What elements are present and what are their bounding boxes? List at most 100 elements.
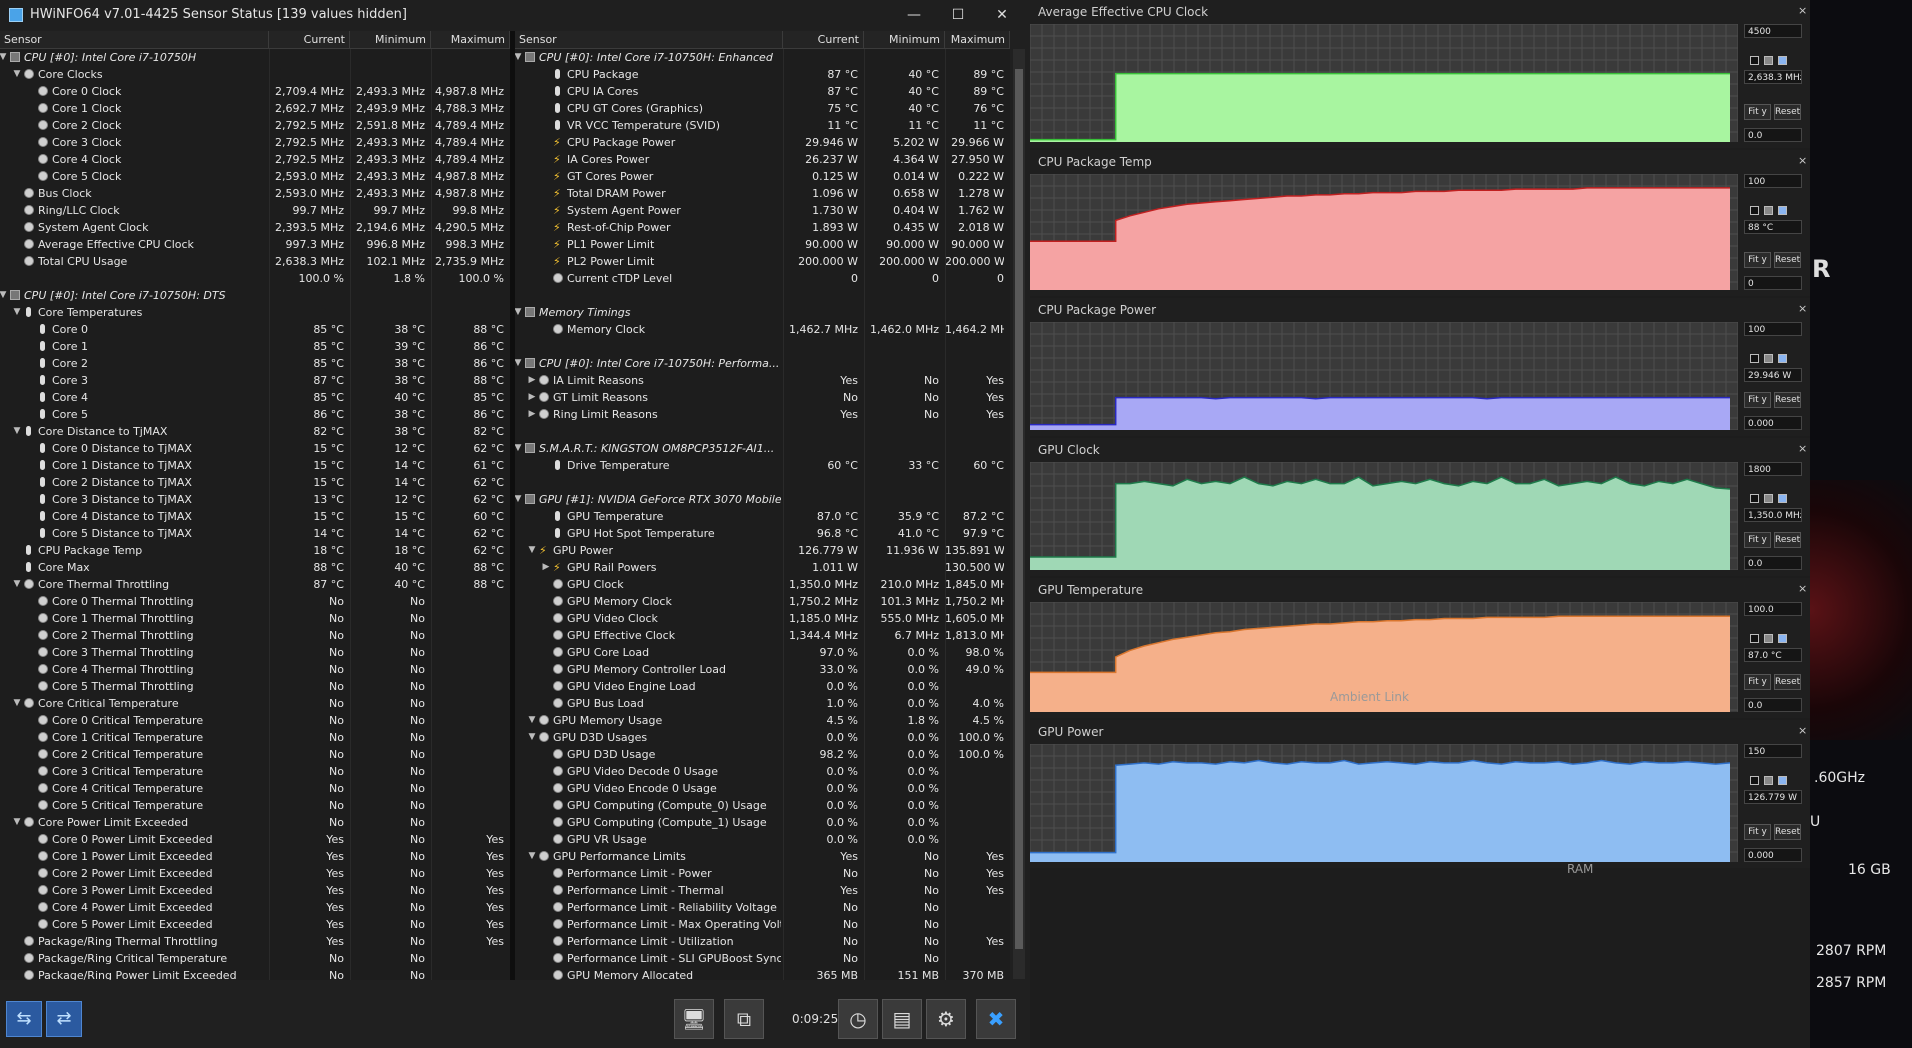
sensor-row[interactable]: Core 1 85 °C 39 °C 86 °C — [0, 338, 510, 355]
graph-min-input[interactable]: 0.000 — [1744, 416, 1802, 430]
graph-max-input[interactable]: 100 — [1744, 322, 1802, 336]
sensor-row[interactable]: Core 5 86 °C 38 °C 86 °C — [0, 406, 510, 423]
sensor-row[interactable]: Core 3 Thermal Throttling No No — [0, 644, 510, 661]
sensor-row[interactable]: ▼ Core Temperatures — [0, 304, 510, 321]
expand-arrows-icon[interactable]: ⇄ — [46, 1001, 82, 1037]
reset-button[interactable]: Reset — [1774, 674, 1801, 690]
header-maximum[interactable]: Maximum — [431, 31, 510, 48]
sensor-row[interactable]: GPU Video Clock 1,185.0 MHz 555.0 MHz 1,605… — [515, 610, 1010, 627]
collapse-chevron-icon[interactable]: ▼ — [12, 695, 22, 712]
fit-y-button[interactable]: Fit y — [1744, 104, 1771, 120]
sensor-row[interactable]: GPU Effective Clock 1,344.4 MHz 6.7 MHz 1,8… — [515, 627, 1010, 644]
expand-chevron-icon[interactable]: ▶ — [527, 389, 537, 406]
graph-close-icon[interactable]: × — [1798, 442, 1807, 455]
scroll-thumb[interactable] — [1015, 69, 1023, 949]
sensor-row[interactable]: Bus Clock 2,593.0 MHz 2,493.3 MHz 4,987.8 M… — [0, 185, 510, 202]
graph-max-input[interactable]: 4500 — [1744, 24, 1802, 38]
sensor-row[interactable]: ▼ Core Power Limit Exceeded No No — [0, 814, 510, 831]
sensor-row[interactable]: GPU Hot Spot Temperature 96.8 °C 41.0 °C 97… — [515, 525, 1010, 542]
sensor-row[interactable]: ▶ GT Limit Reasons No No Yes — [515, 389, 1010, 406]
sensor-row[interactable]: GPU D3D Usage 98.2 % 0.0 % 100.0 % — [515, 746, 1010, 763]
sensor-row[interactable]: GPU Core Load 97.0 % 0.0 % 98.0 % — [515, 644, 1010, 661]
header-maximum[interactable]: Maximum — [945, 31, 1010, 48]
sensor-row[interactable]: ⚡ CPU Package Power 29.946 W 5.202 W 29.966 … — [515, 134, 1010, 151]
sensor-row[interactable]: Core 5 Distance to TjMAX 14 °C 14 °C 62 °C — [0, 525, 510, 542]
remote-icon[interactable]: ⧉ — [724, 999, 764, 1039]
graph-color-swatch[interactable] — [1764, 494, 1773, 503]
sensor-row[interactable]: Performance Limit - SLI GPUBoost Sync No N… — [515, 950, 1010, 967]
sensor-row[interactable]: Performance Limit - Max Operating Volt..… — [515, 916, 1010, 933]
sensor-row[interactable]: GPU Computing (Compute_0) Usage 0.0 % 0.0 … — [515, 797, 1010, 814]
collapse-chevron-icon[interactable]: ▼ — [12, 66, 22, 83]
sensor-group[interactable]: ▼ CPU [#0]: Intel Core i7-10750H: DTS — [0, 287, 510, 304]
sensor-row[interactable]: Core Max 88 °C 40 °C 88 °C — [0, 559, 510, 576]
sensor-row[interactable]: CPU Package Temp 18 °C 18 °C 62 °C — [0, 542, 510, 559]
collapse-chevron-icon[interactable]: ▼ — [12, 814, 22, 831]
sensor-row[interactable]: Core 0 Distance to TjMAX 15 °C 12 °C 62 °C — [0, 440, 510, 457]
graph-min-input[interactable]: 0.000 — [1744, 848, 1802, 862]
sensor-row[interactable]: ⚡ IA Cores Power 26.237 W 4.364 W 27.950 W — [515, 151, 1010, 168]
fit-y-button[interactable]: Fit y — [1744, 392, 1771, 408]
graph-max-input[interactable]: 100 — [1744, 174, 1802, 188]
sensor-row[interactable]: Core 4 Clock 2,792.5 MHz 2,493.3 MHz 4,789.… — [0, 151, 510, 168]
graph-color-swatch[interactable] — [1778, 494, 1787, 503]
graph-color-swatch[interactable] — [1750, 206, 1759, 215]
minimize-button[interactable]: — — [892, 0, 936, 30]
graph-color-swatch[interactable] — [1764, 206, 1773, 215]
sensor-row[interactable]: Core 1 Power Limit Exceeded Yes No Yes — [0, 848, 510, 865]
network-icon[interactable]: 🖥 — [674, 999, 714, 1039]
collapse-arrows-icon[interactable]: ⇆ — [6, 1001, 42, 1037]
sensor-row[interactable]: ⚡ GT Cores Power 0.125 W 0.014 W 0.222 W — [515, 168, 1010, 185]
sensor-row[interactable]: Core 1 Thermal Throttling No No — [0, 610, 510, 627]
sensor-row[interactable]: Core 4 Thermal Throttling No No — [0, 661, 510, 678]
sensor-row[interactable]: Core 2 Clock 2,792.5 MHz 2,591.8 MHz 4,789.… — [0, 117, 510, 134]
sensor-row[interactable]: Package/Ring Power Limit Exceeded No No — [0, 967, 510, 980]
graph-close-icon[interactable]: × — [1798, 582, 1807, 595]
sensor-row[interactable]: Memory Clock 1,462.7 MHz 1,462.0 MHz 1,464.… — [515, 321, 1010, 338]
graph-min-input[interactable]: 0.0 — [1744, 556, 1802, 570]
sensor-row[interactable]: GPU Memory Clock 1,750.2 MHz 101.3 MHz 1,75… — [515, 593, 1010, 610]
sensor-row[interactable]: Core 0 Power Limit Exceeded Yes No Yes — [0, 831, 510, 848]
sensor-row[interactable]: GPU Video Engine Load 0.0 % 0.0 % — [515, 678, 1010, 695]
graph-max-input[interactable]: 150 — [1744, 744, 1802, 758]
sensor-row[interactable]: Core 4 Power Limit Exceeded Yes No Yes — [0, 899, 510, 916]
sensor-group[interactable]: ▼ S.M.A.R.T.: KINGSTON OM8PCP3512F-AI1... — [515, 440, 1010, 457]
collapse-chevron-icon[interactable]: ▼ — [515, 491, 523, 508]
sensor-group[interactable]: ▼ Memory Timings — [515, 304, 1010, 321]
header-sensor[interactable]: Sensor — [515, 31, 783, 48]
sensor-row[interactable]: Total CPU Usage 2,638.3 MHz 102.1 MHz 2,735… — [0, 253, 510, 270]
sensor-row[interactable]: CPU Package 87 °C 40 °C 89 °C — [515, 66, 1010, 83]
graph-color-swatch[interactable] — [1778, 354, 1787, 363]
sensor-row[interactable]: GPU Memory Allocated 365 MB 151 MB 370 MB — [515, 967, 1010, 980]
collapse-chevron-icon[interactable]: ▼ — [12, 423, 22, 440]
header-current[interactable]: Current — [269, 31, 350, 48]
sensor-row[interactable]: Core 0 Thermal Throttling No No — [0, 593, 510, 610]
graph-close-icon[interactable]: × — [1798, 4, 1807, 17]
sensor-row[interactable]: Package/Ring Critical Temperature No No — [0, 950, 510, 967]
graph-color-swatch[interactable] — [1750, 354, 1759, 363]
graph-color-swatch[interactable] — [1778, 56, 1787, 65]
maximize-button[interactable]: ☐ — [936, 0, 980, 30]
expand-chevron-icon[interactable]: ▶ — [527, 406, 537, 423]
header-minimum[interactable]: Minimum — [350, 31, 431, 48]
graph-close-icon[interactable]: × — [1798, 154, 1807, 167]
collapse-chevron-icon[interactable]: ▼ — [12, 304, 22, 321]
sensor-row[interactable]: ⚡ Rest-of-Chip Power 1.893 W 0.435 W 2.018 W — [515, 219, 1010, 236]
sensor-row[interactable]: GPU Temperature 87.0 °C 35.9 °C 87.2 °C — [515, 508, 1010, 525]
sensor-row[interactable]: ⚡ Total DRAM Power 1.096 W 0.658 W 1.278 W — [515, 185, 1010, 202]
sensor-row[interactable]: ⚡ PL2 Power Limit 200.000 W 200.000 W 200.00… — [515, 253, 1010, 270]
fit-y-button[interactable]: Fit y — [1744, 532, 1771, 548]
sensor-row[interactable]: Core 1 Clock 2,692.7 MHz 2,493.9 MHz 4,788.… — [0, 100, 510, 117]
sensor-row[interactable]: Performance Limit - Reliability Voltage N… — [515, 899, 1010, 916]
header-sensor[interactable]: Sensor — [0, 31, 269, 48]
graph-color-swatch[interactable] — [1764, 634, 1773, 643]
sensor-group[interactable]: ▼ CPU [#0]: Intel Core i7-10750H: Enhance… — [515, 49, 1010, 66]
vertical-scrollbar[interactable] — [1013, 49, 1025, 979]
collapse-chevron-icon[interactable]: ▼ — [527, 712, 537, 729]
sensor-row[interactable]: Core 5 Power Limit Exceeded Yes No Yes — [0, 916, 510, 933]
sensor-row[interactable]: Core 5 Critical Temperature No No — [0, 797, 510, 814]
sensor-row[interactable]: Core 3 Power Limit Exceeded Yes No Yes — [0, 882, 510, 899]
report-icon[interactable]: ▤ — [882, 999, 922, 1039]
sensor-row[interactable]: GPU VR Usage 0.0 % 0.0 % — [515, 831, 1010, 848]
sensor-row[interactable]: Performance Limit - Utilization No No Yes — [515, 933, 1010, 950]
